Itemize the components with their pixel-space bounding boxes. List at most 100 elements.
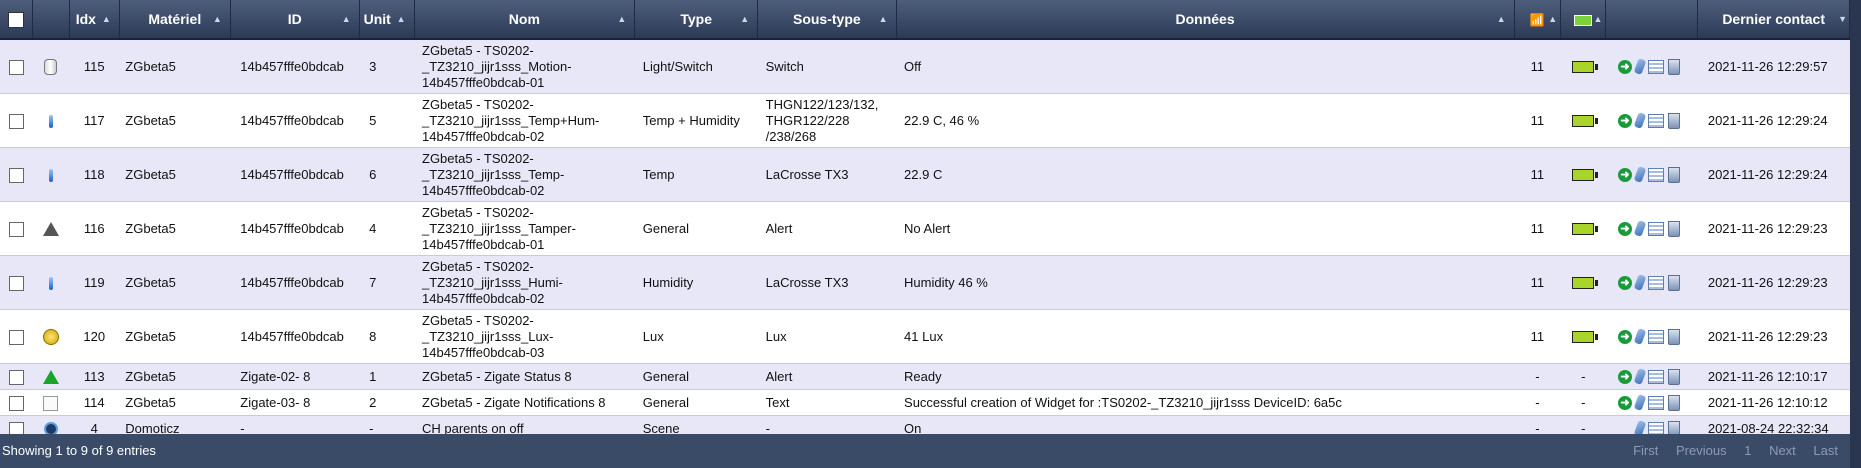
materiel-cell: ZGbeta5 <box>119 255 231 310</box>
soustype-cell: LaCrosse TX3 <box>757 255 897 310</box>
pagination-page[interactable]: 1 <box>1744 443 1751 458</box>
delete-icon[interactable] <box>1667 166 1680 183</box>
log-icon[interactable] <box>1647 221 1664 236</box>
edit-icon[interactable] <box>1633 394 1647 412</box>
row-checkbox-cell[interactable] <box>0 39 33 94</box>
row-checkbox[interactable] <box>8 329 24 345</box>
row-checkbox-cell[interactable] <box>0 93 33 148</box>
row-checkbox-cell[interactable] <box>0 389 33 416</box>
table-row[interactable]: 114 ZGbeta5 Zigate-03- 8 2 ZGbeta5 - Zig… <box>0 389 1850 416</box>
col-id[interactable]: ID ▲ <box>230 0 360 40</box>
log-icon[interactable] <box>1647 167 1664 182</box>
signal-cell: 11 <box>1514 309 1561 364</box>
delete-icon[interactable] <box>1667 328 1680 345</box>
pagination-first[interactable]: First <box>1633 443 1658 458</box>
table-row[interactable]: 119 ZGbeta5 14b457fffe0bdcab 7 ZGbeta5 -… <box>0 255 1850 310</box>
edit-icon[interactable] <box>1633 58 1647 76</box>
scrollbar[interactable] <box>1850 0 1861 468</box>
col-donnees[interactable]: Données ▲ <box>896 0 1515 40</box>
pagination-previous[interactable]: Previous <box>1676 443 1727 458</box>
delete-icon[interactable] <box>1667 274 1680 291</box>
col-materiel[interactable]: Matériel ▲ <box>119 0 231 40</box>
devices-table: Idx ▲ Matériel ▲ ID ▲ Unit ▲ Nom ▲ Type ▲ Sous… <box>0 0 1850 442</box>
col-unit-label: Unit <box>363 11 391 27</box>
select-all-checkbox[interactable] <box>7 11 24 28</box>
row-checkbox[interactable] <box>8 167 24 183</box>
col-dernier[interactable]: Dernier contact ▼ <box>1697 0 1850 40</box>
battery-cell: - <box>1560 363 1606 390</box>
sort-icon: ▲ <box>1548 14 1558 24</box>
log-icon[interactable] <box>1647 395 1664 410</box>
table-row[interactable]: 117 ZGbeta5 14b457fffe0bdcab 5 ZGbeta5 -… <box>0 93 1850 148</box>
edit-icon[interactable] <box>1633 166 1647 184</box>
row-checkbox-cell[interactable] <box>0 147 33 202</box>
col-soustype[interactable]: Sous-type ▲ <box>757 0 897 40</box>
device-name-line: _TZ3210_jijr1sss_Lux- <box>422 328 554 344</box>
edit-icon[interactable] <box>1633 328 1647 346</box>
sort-icon: ▲ <box>1496 14 1506 24</box>
col-battery[interactable]: ▲ <box>1560 0 1607 40</box>
switch-icon[interactable]: ➜ <box>1617 221 1632 236</box>
table-row[interactable]: 120 ZGbeta5 14b457fffe0bdcab 8 ZGbeta5 -… <box>0 309 1850 364</box>
table-row[interactable]: 118 ZGbeta5 14b457fffe0bdcab 6 ZGbeta5 -… <box>0 147 1850 202</box>
switch-icon[interactable]: ➜ <box>1617 167 1632 182</box>
materiel-cell: ZGbeta5 <box>119 389 231 416</box>
switch-icon[interactable]: ➜ <box>1617 395 1632 410</box>
row-checkbox[interactable] <box>8 275 24 291</box>
delete-icon[interactable] <box>1667 394 1680 411</box>
log-icon[interactable] <box>1647 113 1664 128</box>
battery-cell <box>1560 39 1606 94</box>
row-checkbox[interactable] <box>8 369 24 385</box>
col-idx[interactable]: Idx ▲ <box>69 0 120 40</box>
device-icon-cell <box>32 39 70 94</box>
delete-icon[interactable] <box>1667 58 1680 75</box>
table-row[interactable]: 116 ZGbeta5 14b457fffe0bdcab 4 ZGbeta5 -… <box>0 201 1850 256</box>
col-nom[interactable]: Nom ▲ <box>414 0 636 40</box>
edit-icon[interactable] <box>1633 274 1647 292</box>
signal-cell: 11 <box>1514 255 1561 310</box>
pagination-last[interactable]: Last <box>1813 443 1838 458</box>
log-icon[interactable] <box>1647 369 1664 384</box>
col-type-label: Type <box>680 11 712 27</box>
table-row[interactable]: 113 ZGbeta5 Zigate-02- 8 1 ZGbeta5 - Zig… <box>0 363 1850 390</box>
battery-cell: - <box>1560 389 1606 416</box>
row-checkbox[interactable] <box>8 395 24 411</box>
col-type[interactable]: Type ▲ <box>634 0 759 40</box>
type-cell: General <box>634 389 758 416</box>
delete-icon[interactable] <box>1667 368 1680 385</box>
devices-panel: Idx ▲ Matériel ▲ ID ▲ Unit ▲ Nom ▲ Type ▲ Sous… <box>0 0 1850 468</box>
edit-icon[interactable] <box>1633 220 1647 238</box>
col-unit[interactable]: Unit ▲ <box>359 0 415 40</box>
table-row[interactable]: 115 ZGbeta5 14b457fffe0bdcab 3 ZGbeta5 -… <box>0 39 1850 94</box>
row-checkbox-cell[interactable] <box>0 363 33 390</box>
row-checkbox-cell[interactable] <box>0 255 33 310</box>
switch-icon[interactable]: ➜ <box>1617 369 1632 384</box>
pagination-next[interactable]: Next <box>1769 443 1796 458</box>
switch-icon[interactable]: ➜ <box>1617 329 1632 344</box>
device-name-line: ZGbeta5 - Zigate Status 8 <box>422 368 572 384</box>
edit-icon[interactable] <box>1633 368 1647 386</box>
delete-icon[interactable] <box>1667 220 1680 237</box>
col-signal[interactable]: 📶 ▲ <box>1514 0 1562 40</box>
type-cell: General <box>634 363 758 390</box>
row-checkbox[interactable] <box>8 221 24 237</box>
row-checkbox-cell[interactable] <box>0 201 33 256</box>
log-icon[interactable] <box>1647 59 1664 74</box>
device-icon-cell <box>32 309 70 364</box>
idx-cell: 113 <box>69 363 120 390</box>
last-contact-cell: 2021-11-26 12:29:57 <box>1697 39 1850 94</box>
delete-icon[interactable] <box>1667 112 1680 129</box>
row-checkbox[interactable] <box>8 113 24 129</box>
switch-icon[interactable]: ➜ <box>1617 113 1632 128</box>
battery-icon <box>1572 169 1599 182</box>
row-checkbox[interactable] <box>8 59 24 75</box>
log-icon[interactable] <box>1647 275 1664 290</box>
switch-icon[interactable]: ➜ <box>1617 275 1632 290</box>
row-checkbox-cell[interactable] <box>0 309 33 364</box>
pagination: First Previous 1 Next Last <box>1619 443 1838 458</box>
select-all-checkbox-cell[interactable] <box>0 0 33 40</box>
edit-icon[interactable] <box>1633 112 1647 130</box>
log-icon[interactable] <box>1647 329 1664 344</box>
battery-cell <box>1560 201 1606 256</box>
switch-icon[interactable]: ➜ <box>1617 59 1632 74</box>
